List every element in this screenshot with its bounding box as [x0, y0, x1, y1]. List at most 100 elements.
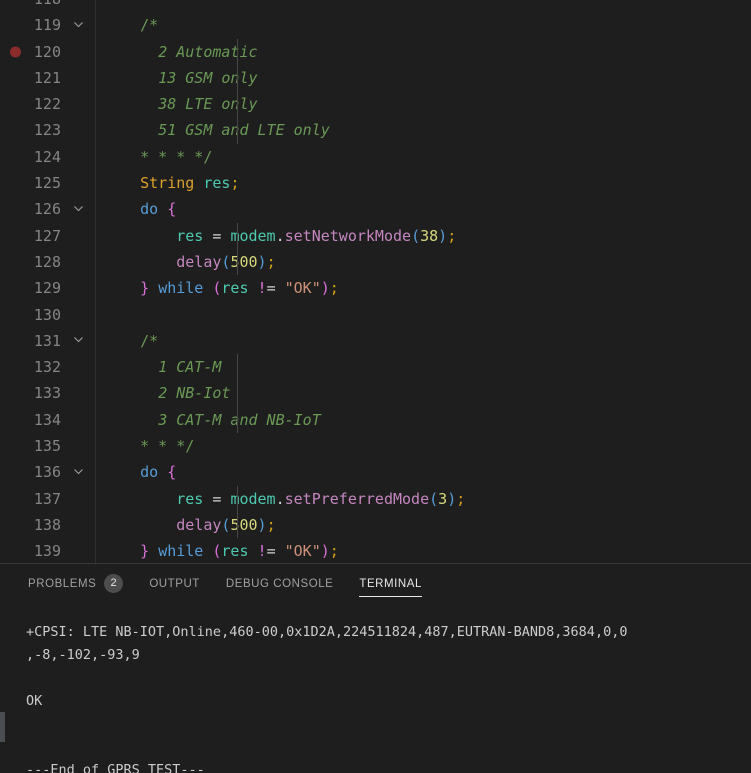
chevron-down-icon[interactable] — [70, 12, 86, 38]
code-line[interactable]: 121 13 GSM only — [0, 65, 751, 91]
code-token: String — [140, 174, 194, 192]
panel-tab-label: DEBUG CONSOLE — [226, 578, 333, 590]
panel-tab-debug-console[interactable]: DEBUG CONSOLE — [226, 564, 333, 603]
code-token: ; — [267, 253, 276, 271]
code-line-text: /* — [104, 328, 158, 354]
code-token: 500 — [230, 516, 257, 534]
code-line-text: 51 GSM and LTE only — [104, 117, 330, 143]
code-line[interactable]: 124 * * * */ — [0, 144, 751, 170]
terminal-line: ---End of GPRS TEST--- — [26, 759, 751, 773]
code-token: 38 — [420, 227, 438, 245]
indent-guide — [237, 380, 238, 406]
code-token: ) — [447, 490, 456, 508]
panel-tab-terminal[interactable]: TERMINAL — [359, 564, 422, 603]
line-gutter: 127 — [0, 223, 95, 249]
code-line[interactable]: 126 do { — [0, 196, 751, 222]
code-token: ; — [267, 516, 276, 534]
line-number: 128 — [34, 249, 61, 275]
code-line[interactable]: 138 delay(500); — [0, 512, 751, 538]
code-token — [158, 200, 167, 218]
code-line-text: 2 Automatic — [104, 39, 258, 65]
chevron-down-icon[interactable] — [70, 328, 86, 354]
code-line[interactable]: 134 3 CAT-M and NB-IoT — [0, 407, 751, 433]
code-line[interactable]: 135 * * */ — [0, 433, 751, 459]
code-line-text: 38 LTE only — [104, 91, 258, 117]
gutter-separator — [95, 459, 96, 485]
panel-tab-output[interactable]: OUTPUT — [149, 564, 200, 603]
code-line[interactable]: 136 do { — [0, 459, 751, 485]
code-editor[interactable]: 118119 /*120 2 Automatic121 13 GSM only1… — [0, 0, 751, 563]
code-line[interactable]: 125 String res; — [0, 170, 751, 196]
code-line-text: 13 GSM only — [104, 65, 258, 91]
gutter-separator — [95, 170, 96, 196]
chevron-down-icon[interactable] — [70, 459, 86, 485]
bottom-panel: PROBLEMS2 OUTPUT DEBUG CONSOLE TERMINAL +CP… — [0, 563, 751, 773]
code-token: /* — [140, 332, 158, 350]
code-token — [104, 253, 176, 271]
chevron-down-icon[interactable] — [70, 196, 86, 222]
gutter-separator — [95, 223, 96, 249]
code-line[interactable]: 139 } while (res != "OK"); — [0, 538, 751, 563]
code-token — [104, 332, 140, 350]
code-token — [104, 463, 140, 481]
code-token — [104, 148, 140, 166]
code-line[interactable]: 131 /* — [0, 328, 751, 354]
problems-count-badge: 2 — [104, 574, 123, 593]
code-token — [104, 43, 158, 61]
gutter-separator — [95, 486, 96, 512]
code-line-text: } while (res != "OK"); — [104, 275, 339, 301]
breakpoint-dot[interactable] — [10, 46, 21, 57]
code-line-text: 2 NB-Iot — [104, 380, 230, 406]
gutter-separator — [95, 65, 96, 91]
code-token: while — [158, 279, 203, 297]
code-line-text: } while (res != "OK"); — [104, 538, 339, 563]
code-token — [104, 490, 176, 508]
code-line[interactable]: 129 } while (res != "OK"); — [0, 275, 751, 301]
code-line[interactable]: 122 38 LTE only — [0, 91, 751, 117]
code-token: { — [167, 200, 176, 218]
code-token: delay — [176, 253, 221, 271]
terminal-output[interactable]: +CPSI: LTE NB-IOT,Online,460-00,0x1D2A,2… — [0, 603, 751, 773]
code-token: } — [140, 542, 149, 560]
code-token: setNetworkMode — [285, 227, 411, 245]
line-gutter: 123 — [0, 117, 95, 143]
terminal-scrollbar-thumb[interactable] — [0, 712, 5, 742]
code-line[interactable]: 132 1 CAT-M — [0, 354, 751, 380]
code-token: ) — [258, 516, 267, 534]
code-token: "OK" — [285, 542, 321, 560]
code-line[interactable]: 123 51 GSM and LTE only — [0, 117, 751, 143]
code-line[interactable]: 130 — [0, 302, 751, 328]
line-gutter: 126 — [0, 196, 95, 222]
line-number: 121 — [34, 65, 61, 91]
line-number: 137 — [34, 486, 61, 512]
panel-tab-problems[interactable]: PROBLEMS2 — [28, 564, 123, 603]
code-line[interactable]: 133 2 NB-Iot — [0, 380, 751, 406]
code-line[interactable]: 118 — [0, 0, 751, 12]
code-token — [149, 279, 158, 297]
line-number: 134 — [34, 407, 61, 433]
line-number: 122 — [34, 91, 61, 117]
code-line[interactable]: 128 delay(500); — [0, 249, 751, 275]
terminal-line: ,-8,-102,-93,9 — [26, 644, 751, 667]
code-token — [104, 279, 140, 297]
code-token: ! — [258, 279, 267, 297]
gutter-separator — [95, 39, 96, 65]
terminal-line — [26, 736, 751, 759]
line-number: 135 — [34, 433, 61, 459]
code-token: ) — [258, 253, 267, 271]
line-gutter: 133 — [0, 380, 95, 406]
code-line-text: 3 CAT-M and NB-IoT — [104, 407, 321, 433]
code-token: ; — [230, 174, 239, 192]
code-line[interactable]: 119 /* — [0, 12, 751, 38]
indent-guide — [237, 486, 238, 512]
code-line[interactable]: 120 2 Automatic — [0, 39, 751, 65]
code-token: /* — [140, 16, 158, 34]
indent-guide — [237, 407, 238, 433]
code-token: ) — [321, 542, 330, 560]
code-token: delay — [176, 516, 221, 534]
code-line[interactable]: 127 res = modem.setNetworkMode(38); — [0, 223, 751, 249]
line-gutter: 125 — [0, 170, 95, 196]
line-gutter: 121 — [0, 65, 95, 91]
line-gutter: 137 — [0, 486, 95, 512]
code-line[interactable]: 137 res = modem.setPreferredMode(3); — [0, 486, 751, 512]
